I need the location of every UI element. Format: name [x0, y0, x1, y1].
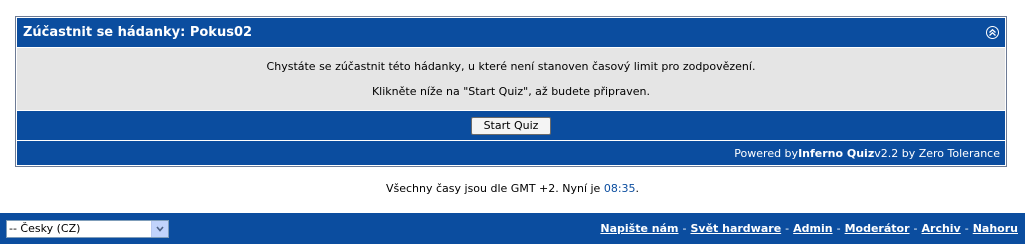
quiz-message: Chystáte se zúčastnit této hádanky, u kt… [17, 47, 1005, 110]
nav-separator: - [913, 222, 918, 235]
chevron-down-icon[interactable] [151, 220, 168, 237]
footer-nav: Napište nám - Svět hardware - Admin - Mo… [600, 222, 1018, 235]
nav-link-admin[interactable]: Admin [793, 222, 832, 235]
bottom-bar: -- Česky (CZ) Napište nám - Svět hardwar… [0, 213, 1025, 244]
nav-separator: - [964, 222, 969, 235]
language-select-value: -- Česky (CZ) [9, 222, 81, 235]
current-time: 08:35 [603, 182, 636, 195]
quiz-message-line1: Chystáte se zúčastnit této hádanky, u kt… [266, 60, 756, 73]
quiz-message-line2: Klikněte níže na "Start Quiz", až budete… [371, 85, 651, 98]
start-quiz-button[interactable]: Start Quiz [470, 116, 552, 135]
nav-link-contact[interactable]: Napište nám [600, 222, 678, 235]
quiz-action-row: Start Quiz [17, 110, 1005, 140]
nav-separator: - [682, 222, 687, 235]
language-select[interactable]: -- Česky (CZ) [6, 219, 169, 238]
nav-separator: - [836, 222, 841, 235]
nav-link-archive[interactable]: Archiv [922, 222, 961, 235]
powered-by-brand: Inferno Quiz [798, 146, 875, 160]
quiz-header: Zúčastnit se hádanky: Pokus02 [17, 18, 1005, 47]
quiz-title: Zúčastnit se hádanky: Pokus02 [23, 25, 253, 40]
quiz-panel: Zúčastnit se hádanky: Pokus02 Chystáte s… [15, 16, 1007, 167]
powered-by-prefix: Powered by [734, 146, 799, 160]
collapse-icon[interactable] [986, 26, 999, 39]
nav-link-svet-hardware[interactable]: Svět hardware [690, 222, 781, 235]
quiz-panel-inner: Zúčastnit se hádanky: Pokus02 Chystáte s… [16, 17, 1006, 166]
nav-link-moderator[interactable]: Moderátor [845, 222, 910, 235]
powered-by-suffix: v2.2 by Zero Tolerance [874, 146, 1000, 160]
timezone-info: Všechny časy jsou dle GMT +2. Nyní je 08… [0, 182, 1025, 195]
dropdown-arrow-icon [156, 225, 164, 232]
timezone-text: Všechny časy jsou dle GMT +2. Nyní je [385, 182, 604, 195]
nav-separator: - [785, 222, 790, 235]
quiz-footer: Powered by Inferno Quiz v2.2 by Zero Tol… [17, 140, 1005, 165]
nav-link-top[interactable]: Nahoru [973, 222, 1018, 235]
timezone-suffix: . [635, 182, 640, 195]
double-chevron-up-icon [989, 28, 996, 36]
